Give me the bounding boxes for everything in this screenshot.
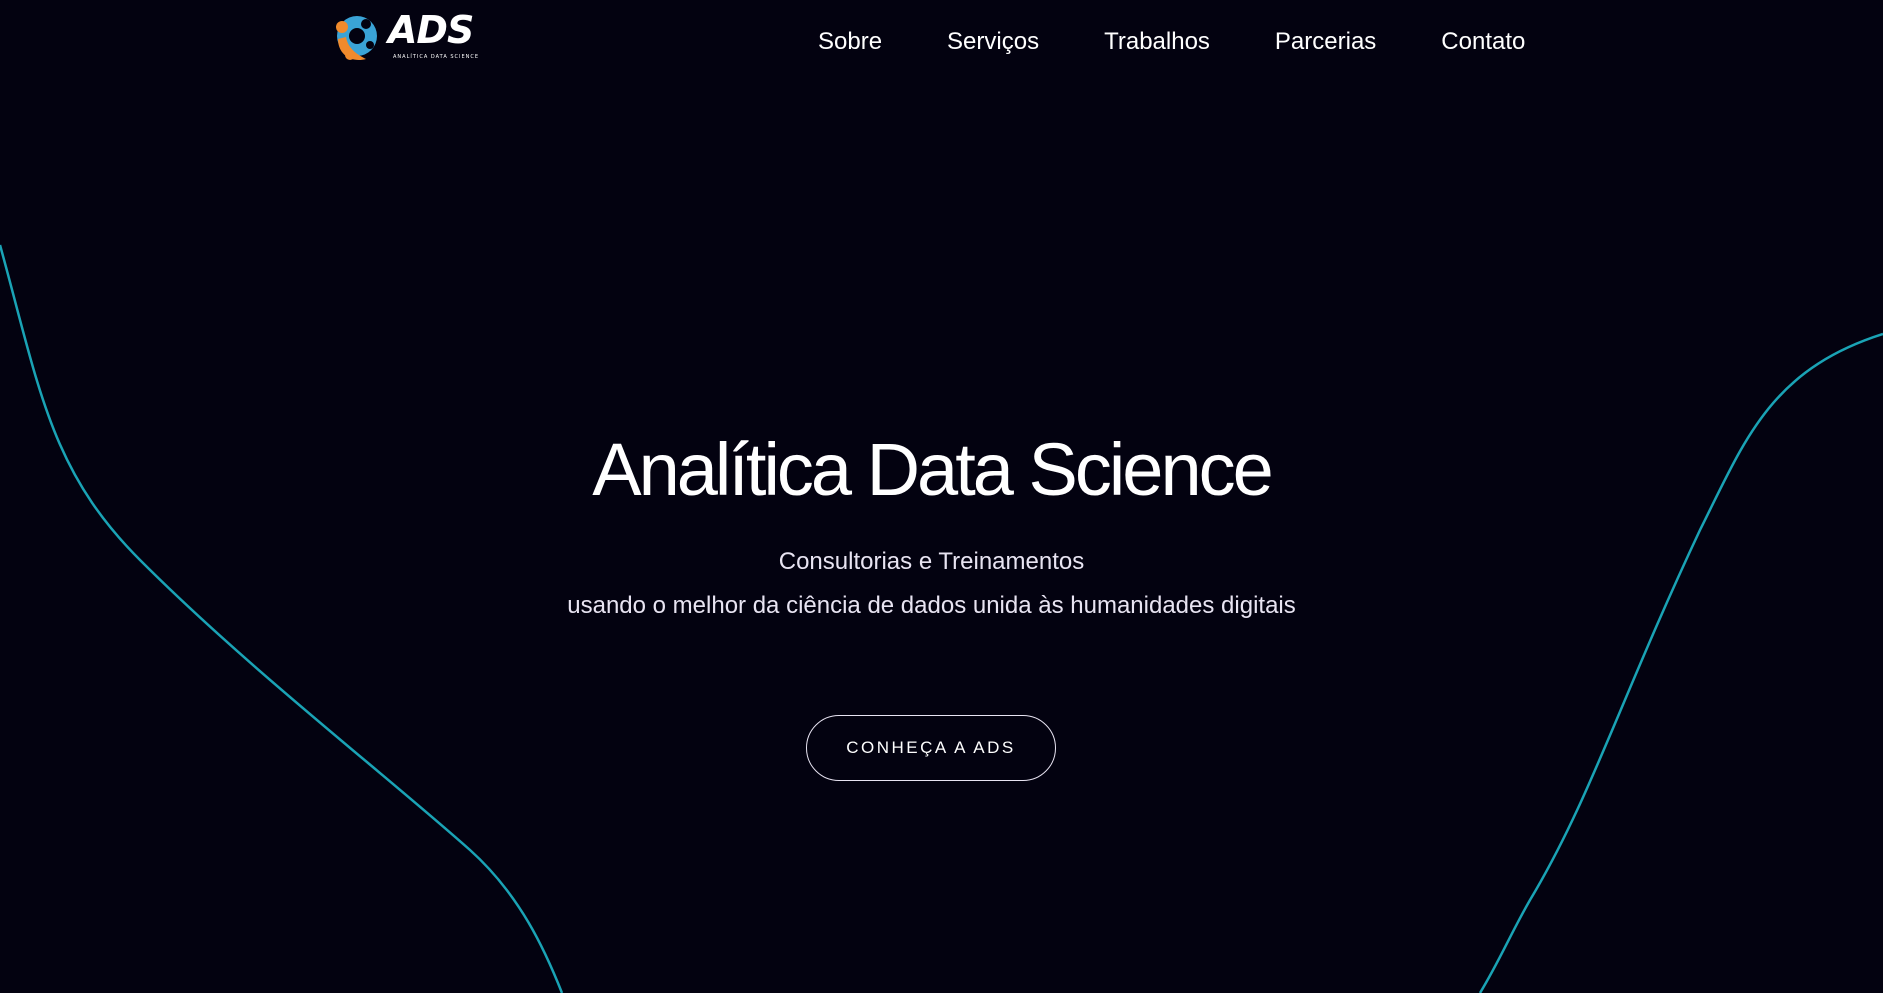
hero-title: Analítica Data Science (592, 428, 1274, 511)
nav-link-trabalhos[interactable]: Trabalhos (1104, 24, 1210, 60)
logo-subtext: ANALÍTICA DATA SCIENCE (393, 54, 480, 60)
nav-link-servicos[interactable]: Serviços (947, 24, 1039, 60)
main-nav: Sobre Serviços Trabalhos Parcerias Conta… (818, 24, 1525, 60)
nav-link-parcerias[interactable]: Parcerias (1275, 24, 1376, 60)
hero-subtitle-line2: usando o melhor da ciência de dados unid… (567, 592, 1296, 619)
nav-link-sobre[interactable]: Sobre (818, 24, 882, 60)
logo[interactable]: ADS ANALÍTICA DATA SCIENCE (330, 8, 478, 66)
nav-link-contato[interactable]: Contato (1441, 24, 1525, 60)
navbar: ADS ANALÍTICA DATA SCIENCE Sobre Serviço… (0, 0, 1883, 84)
page: ADS ANALÍTICA DATA SCIENCE Sobre Serviço… (0, 0, 1883, 993)
cta-button[interactable]: CONHEÇA A ADS (806, 715, 1056, 781)
logo-text: ADS (388, 8, 474, 52)
ads-logo-icon (336, 16, 377, 61)
hero-subtitle-line1: Consultorias e Treinamentos (778, 548, 1085, 575)
